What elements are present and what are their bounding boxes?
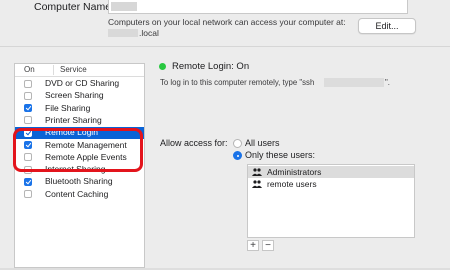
user-row[interactable]: Administrators xyxy=(248,166,414,178)
service-label: File Sharing xyxy=(45,102,91,113)
highlight-outline xyxy=(13,128,143,172)
service-checkbox[interactable] xyxy=(24,190,32,199)
login-hint-end: ". xyxy=(385,78,390,87)
remove-user-button[interactable]: − xyxy=(262,240,274,251)
service-status: Remote Login: On xyxy=(172,61,250,72)
all-users-radio[interactable] xyxy=(233,139,242,148)
redacted-name xyxy=(111,2,137,11)
user-name: remote users xyxy=(267,179,317,189)
column-separator xyxy=(53,65,54,75)
service-row[interactable]: Screen Sharing xyxy=(15,90,144,102)
service-label: Bluetooth Sharing xyxy=(45,176,113,187)
login-hint: To log in to this computer remotely, typ… xyxy=(160,78,315,87)
service-column-header: Service xyxy=(60,65,87,74)
service-checkbox[interactable] xyxy=(24,116,32,125)
service-row[interactable]: Printer Sharing xyxy=(15,115,144,127)
redacted-ssh-address xyxy=(324,78,384,87)
computer-name-label: Computer Name: xyxy=(34,1,114,13)
redacted-hostname xyxy=(108,29,138,37)
only-these-users-radio[interactable] xyxy=(233,151,242,160)
on-column-header: On xyxy=(24,65,35,74)
local-suffix: .local xyxy=(139,28,159,38)
service-label: Content Caching xyxy=(45,188,109,199)
service-label: Printer Sharing xyxy=(45,114,102,125)
service-checkbox[interactable] xyxy=(24,177,32,186)
group-icon xyxy=(252,180,262,188)
service-row[interactable]: File Sharing xyxy=(15,103,144,115)
edit-button[interactable]: Edit... xyxy=(358,18,416,34)
computer-name-field[interactable] xyxy=(108,0,408,14)
all-users-label[interactable]: All users xyxy=(245,138,280,148)
service-label: Screen Sharing xyxy=(45,90,104,101)
service-checkbox[interactable] xyxy=(24,79,32,88)
service-row[interactable]: DVD or CD Sharing xyxy=(15,78,144,90)
service-row[interactable]: Content Caching xyxy=(15,189,144,201)
only-these-users-label[interactable]: Only these users: xyxy=(245,150,315,160)
user-row[interactable]: remote users xyxy=(248,178,414,190)
network-access-text: Computers on your local network can acce… xyxy=(108,17,346,27)
group-icon xyxy=(252,168,262,176)
allow-access-label: Allow access for: xyxy=(160,138,228,148)
section-divider xyxy=(0,46,450,47)
service-list-header: On Service xyxy=(15,64,144,77)
add-user-button[interactable]: + xyxy=(247,240,259,251)
service-checkbox[interactable] xyxy=(24,104,32,113)
service-label: DVD or CD Sharing xyxy=(45,78,120,88)
user-name: Administrators xyxy=(267,167,322,177)
service-row[interactable]: Bluetooth Sharing xyxy=(15,176,144,188)
service-checkbox[interactable] xyxy=(24,91,32,100)
status-indicator-icon xyxy=(159,63,166,70)
